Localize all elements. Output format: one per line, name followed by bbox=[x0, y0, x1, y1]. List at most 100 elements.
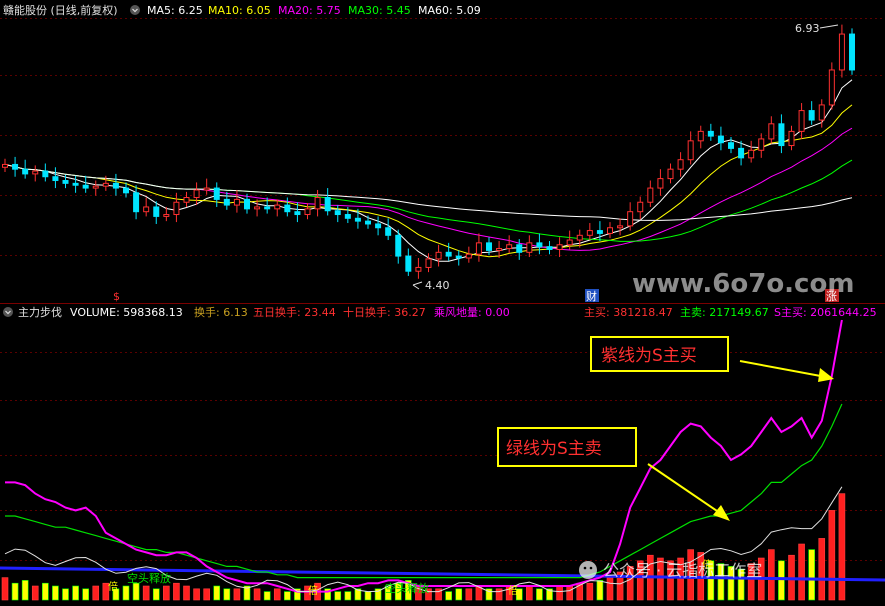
volume-bar bbox=[1, 577, 9, 601]
candle-body bbox=[385, 227, 392, 236]
candle-body bbox=[223, 198, 230, 206]
event-marker-dollar[interactable]: $ bbox=[113, 290, 120, 303]
ma10-label: MA10: 6.05 bbox=[208, 4, 271, 17]
candle-body bbox=[838, 33, 845, 71]
low-price-label: 4.40 bbox=[425, 279, 450, 292]
volume-bar bbox=[526, 585, 533, 601]
volume-bar bbox=[284, 591, 291, 601]
candle-body bbox=[102, 182, 109, 187]
ma60-label: MA60: 5.09 bbox=[418, 4, 481, 17]
chart-svg: 赣能股份 (日线,前复权) MA5: 6.25 MA10: 6.05 MA20:… bbox=[0, 3, 885, 601]
candle-body bbox=[12, 163, 19, 170]
candle-body bbox=[445, 251, 452, 257]
candle-body bbox=[92, 185, 99, 189]
candle-body bbox=[233, 198, 240, 206]
volume-bar bbox=[465, 588, 473, 601]
event-marker-finance[interactable]: 财 bbox=[586, 289, 597, 303]
arrow-icon bbox=[713, 505, 730, 521]
wechat-watermark: 公众号 · 云指标工作室 bbox=[579, 561, 762, 580]
candlesticks bbox=[2, 24, 855, 279]
volume-bar bbox=[213, 585, 221, 601]
candle-body bbox=[818, 104, 825, 121]
stat-turnover: 换手: 6.13 bbox=[194, 305, 248, 319]
short-release-label-2: 空头释放 bbox=[385, 581, 429, 595]
candle-body bbox=[657, 178, 664, 189]
volume-bar bbox=[566, 585, 573, 601]
candle-body bbox=[455, 255, 462, 259]
wechat-icon bbox=[579, 561, 597, 579]
candle-body bbox=[536, 242, 543, 248]
chevron-down-icon[interactable] bbox=[130, 5, 140, 15]
volume-bar bbox=[233, 588, 241, 601]
ma-lines bbox=[4, 79, 853, 262]
volume-bar bbox=[828, 510, 836, 601]
low-pointer-icon bbox=[412, 281, 423, 290]
candle-body bbox=[738, 147, 745, 159]
candle-body bbox=[486, 242, 492, 251]
candle-body bbox=[254, 206, 261, 210]
candle-body bbox=[112, 182, 119, 189]
volume-bar bbox=[334, 591, 342, 601]
candle-body bbox=[576, 234, 583, 241]
candle-body bbox=[52, 176, 59, 182]
indicator-name: 主力步伐 bbox=[18, 306, 62, 319]
volume-bar bbox=[82, 588, 89, 601]
volume-bar bbox=[21, 580, 29, 601]
candle-body bbox=[395, 234, 402, 257]
volume-bar bbox=[31, 585, 39, 601]
volume-bar bbox=[11, 582, 19, 601]
volume-bar bbox=[495, 588, 503, 601]
candle-body bbox=[607, 227, 613, 234]
volume-bar bbox=[586, 582, 594, 601]
volume-bar bbox=[173, 582, 180, 601]
candle-body bbox=[193, 189, 200, 199]
volume-bar bbox=[203, 588, 210, 601]
candle-body bbox=[294, 211, 301, 216]
volume-bar bbox=[818, 538, 826, 601]
candle-body bbox=[556, 244, 563, 250]
volume-bar bbox=[536, 588, 543, 601]
green-line-annotation: 绿线为S主卖 bbox=[497, 427, 730, 521]
ma-indicator-labels: MA5: 6.25 MA10: 6.05 MA20: 5.75 MA30: 5.… bbox=[147, 4, 481, 17]
s-main-sell-line bbox=[5, 403, 843, 579]
candle-body bbox=[304, 208, 311, 216]
candle-body bbox=[72, 182, 79, 186]
stat-main-buy: 主买: 381218.47 bbox=[584, 306, 673, 319]
candle-body bbox=[183, 197, 190, 203]
candle-body bbox=[758, 138, 765, 151]
candle-body bbox=[274, 204, 281, 210]
candle-body bbox=[344, 214, 351, 219]
volume-bar bbox=[778, 560, 785, 601]
candle-body bbox=[506, 244, 513, 250]
candle-body bbox=[354, 217, 361, 222]
ma20-label: MA20: 5.75 bbox=[278, 4, 341, 17]
volume-bar bbox=[556, 585, 563, 601]
candle-body bbox=[42, 170, 49, 178]
stock-title: 赣能股份 (日线,前复权) bbox=[3, 3, 118, 17]
settings-icon[interactable] bbox=[3, 307, 13, 317]
volume-bar bbox=[606, 577, 614, 601]
candle-body bbox=[677, 159, 684, 170]
candle-body bbox=[717, 135, 724, 144]
volume-bar bbox=[183, 585, 190, 601]
candle-body bbox=[2, 163, 8, 168]
candle-body bbox=[163, 214, 170, 217]
candle-body bbox=[748, 149, 755, 159]
volume-bar bbox=[838, 493, 846, 601]
stat-main-sell: 主卖: 217149.67 bbox=[680, 306, 769, 319]
candle-body bbox=[22, 168, 29, 175]
ma30-label: MA30: 5.45 bbox=[348, 4, 411, 17]
candle-body bbox=[728, 142, 734, 149]
candle-body bbox=[375, 223, 382, 229]
candle-body bbox=[62, 180, 69, 184]
purple-line-annotation: 紫线为S主买 bbox=[590, 336, 834, 382]
candle-body bbox=[687, 140, 694, 161]
volume-bar bbox=[798, 543, 805, 601]
candle-body bbox=[213, 187, 220, 200]
wechat-watermark-text: 公众号 · 云指标工作室 bbox=[603, 561, 762, 580]
volume-bar bbox=[263, 591, 271, 601]
candle-body bbox=[32, 170, 39, 175]
short-release-label-1: 空头释放 bbox=[127, 571, 171, 585]
volume-bar bbox=[42, 582, 49, 601]
stat-10day-turnover: 十日换手: 36.27 bbox=[343, 305, 426, 319]
